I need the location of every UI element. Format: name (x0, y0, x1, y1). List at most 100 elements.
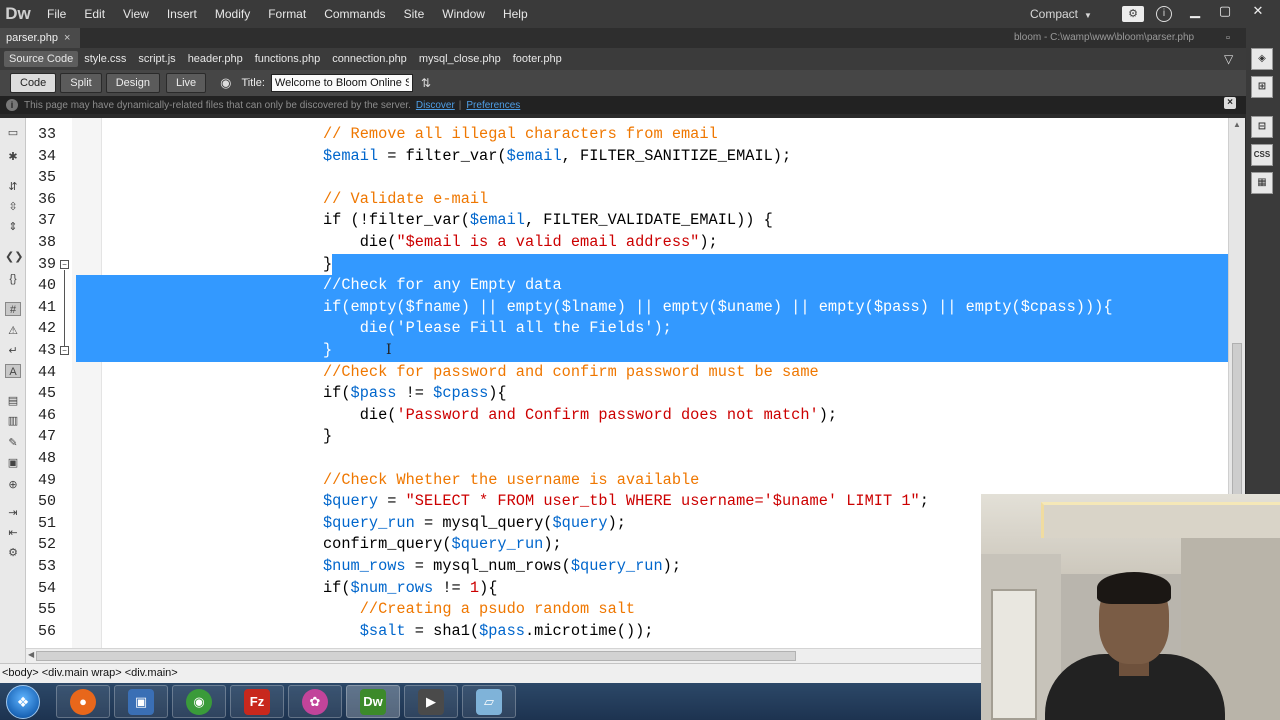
horizontal-scrollbar[interactable]: ◀ (26, 648, 981, 663)
menu-view[interactable]: View (114, 0, 158, 28)
menu-edit[interactable]: Edit (75, 0, 114, 28)
horizontal-scroll-thumb[interactable] (36, 651, 796, 661)
assets-panel-icon[interactable]: ⊟ (1251, 116, 1273, 138)
open-documents-icon[interactable]: ▭ (5, 126, 21, 140)
workspace-layout-dropdown[interactable]: Compact ▼ (1030, 0, 1092, 30)
start-button[interactable]: ❖ (6, 685, 40, 719)
css-styles-panel-icon[interactable]: CSS (1251, 144, 1273, 166)
chrome-icon: ◉ (186, 688, 212, 715)
document-toolbar: Code Split Design Live ◉ Title: ⇅ (0, 70, 1246, 96)
related-file-header-php[interactable]: header.php (182, 48, 249, 70)
highlight-invalid-code-icon[interactable]: ⚠ (5, 324, 21, 338)
live-view-button[interactable]: Live (165, 73, 207, 93)
taskbar-firefox[interactable]: ● (56, 685, 110, 718)
preferences-link[interactable]: Preferences (466, 100, 520, 111)
collapse-tag-icon[interactable]: ⇵ (5, 180, 21, 194)
chevron-down-icon: ▼ (1084, 11, 1092, 20)
show-code-navigator-icon[interactable]: ✱ (5, 150, 21, 164)
apply-comment-icon[interactable]: ▤ (5, 394, 21, 408)
related-file-style-css[interactable]: style.css (78, 48, 132, 70)
related-file-source-code[interactable]: Source Code (4, 51, 79, 67)
close-window-button[interactable]: ✕ (1240, 0, 1276, 22)
file-management-icon[interactable]: ⇅ (421, 76, 431, 90)
menu-insert[interactable]: Insert (158, 0, 206, 28)
balance-braces-icon[interactable]: {} (5, 272, 21, 286)
taskbar-chrome[interactable]: ◉ (172, 685, 226, 718)
menu-commands[interactable]: Commands (315, 0, 394, 28)
code-fold-toggle[interactable]: − (60, 346, 69, 355)
taskbar-web-app[interactable]: ✿ (288, 685, 342, 718)
line-numbers-icon[interactable]: # (5, 302, 21, 316)
expand-all-icon[interactable]: ⇕ (5, 220, 21, 234)
menu-site[interactable]: Site (395, 0, 434, 28)
line-number: 35 (37, 169, 56, 187)
maximize-button[interactable]: ▢ (1210, 0, 1240, 22)
document-tab[interactable]: parser.php × (0, 28, 81, 48)
code-view-button[interactable]: Code (10, 73, 57, 93)
line-number: 45 (37, 385, 56, 403)
preview-browser-icon[interactable]: ◉ (220, 75, 231, 91)
syntax-coloring-icon[interactable]: A (5, 364, 21, 378)
remove-comment-icon[interactable]: ▥ (5, 414, 21, 428)
code-token: 1 (469, 578, 480, 597)
code-token: $email (506, 146, 562, 165)
taskbar-dreamweaver[interactable]: Dw (346, 685, 400, 718)
files-panel-icon[interactable]: ⊞ (1251, 76, 1273, 98)
ap-elements-panel-icon[interactable]: ▦ (1251, 172, 1273, 194)
scroll-left-arrow-icon[interactable]: ◀ (28, 650, 34, 659)
help-icon[interactable]: i (1156, 6, 1172, 22)
menu-modify[interactable]: Modify (206, 0, 259, 28)
code-token: "$email is a valid email address" (396, 233, 700, 251)
webcam-overlay (981, 494, 1280, 720)
split-view-button[interactable]: Split (60, 73, 102, 93)
code-line: $num_rows = mysql_num_rows($query_run); (323, 556, 681, 578)
menu-format[interactable]: Format (259, 0, 315, 28)
wrap-tag-icon[interactable]: ✎ (5, 436, 21, 450)
close-tab-icon[interactable]: × (64, 32, 70, 44)
code-line: } (323, 426, 332, 448)
close-document-icon[interactable]: ▫ (1226, 28, 1230, 48)
code-fold-toggle[interactable]: − (60, 259, 69, 269)
taskbar-filezilla[interactable]: Fz (230, 685, 284, 718)
collapse-selection-icon[interactable]: ⇳ (5, 200, 21, 214)
taskbar-notepad[interactable]: ▱ (462, 685, 516, 718)
close-info-bar-icon[interactable]: × (1224, 97, 1236, 109)
indent-code-icon[interactable]: ⇥ (5, 506, 21, 520)
minimize-button[interactable]: ▁ (1180, 0, 1210, 22)
menu-file[interactable]: File (38, 0, 75, 28)
page-title-input[interactable] (270, 74, 413, 92)
insert-panel-icon[interactable]: ◈ (1251, 48, 1273, 70)
discover-link[interactable]: Discover (416, 100, 455, 111)
related-file-script-js[interactable]: script.js (132, 48, 181, 70)
code-token: = mysql_num_rows( (405, 557, 571, 575)
filter-icon[interactable]: ▽ (1224, 52, 1233, 66)
select-parent-tag-icon[interactable]: ❮❯ (5, 250, 23, 264)
related-file-mysql-close-php[interactable]: mysql_close.php (413, 48, 507, 70)
code-token: die( (323, 319, 397, 338)
taskbar-virtualbox[interactable]: ▣ (114, 685, 168, 718)
recent-snippets-icon[interactable]: ▣ (5, 456, 21, 470)
menu-window[interactable]: Window (433, 0, 494, 28)
code-token: if( (323, 578, 351, 597)
format-source-icon[interactable]: ⚙ (5, 546, 21, 560)
scroll-up-arrow-icon[interactable]: ▲ (1233, 120, 1241, 129)
line-number: 50 (37, 493, 56, 511)
code-token: if( (323, 384, 351, 403)
code-token: } (323, 427, 333, 446)
word-wrap-icon[interactable]: ↵ (5, 344, 21, 358)
info-bar: i This page may have dynamically-related… (0, 96, 1246, 114)
document-path: bloom - C:\wamp\www\bloom\parser.php (1014, 32, 1195, 43)
move-css-icon[interactable]: ⊕ (5, 478, 21, 492)
menu-help[interactable]: Help (494, 0, 537, 28)
related-file-functions-php[interactable]: functions.php (249, 48, 326, 70)
code-token: } (323, 341, 333, 359)
related-file-footer-php[interactable]: footer.php (507, 48, 568, 70)
tag-selector[interactable]: <body> <div.main wrap> <div.main> (2, 664, 178, 683)
extensions-icon[interactable]: ⚙ (1122, 6, 1144, 22)
line-number: 46 (37, 406, 56, 424)
design-view-button[interactable]: Design (105, 73, 160, 93)
code-token: $query (552, 513, 608, 532)
outdent-code-icon[interactable]: ⇤ (5, 526, 21, 540)
related-file-connection-php[interactable]: connection.php (326, 48, 413, 70)
taskbar-video-app[interactable]: ▶ (404, 685, 458, 718)
